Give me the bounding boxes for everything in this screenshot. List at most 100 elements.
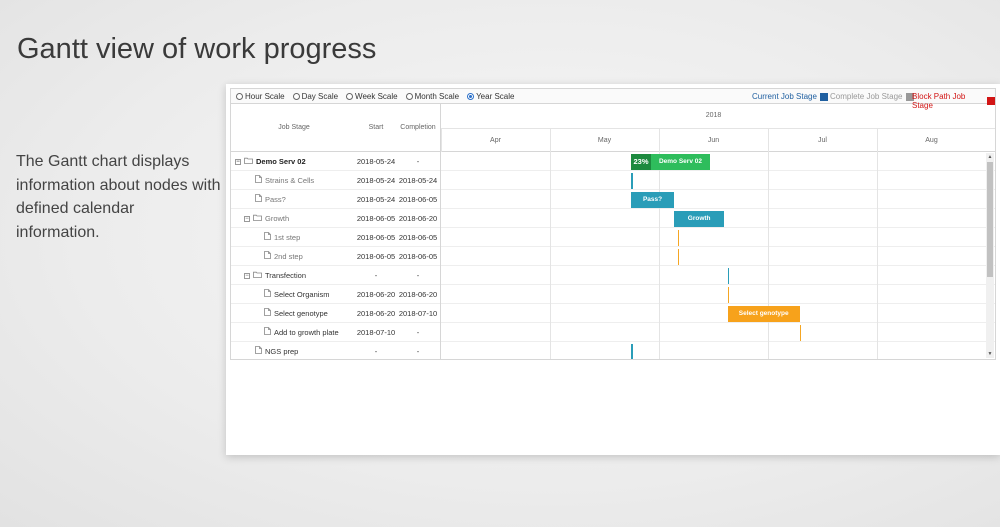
milestone-marker[interactable] <box>677 248 680 265</box>
radio-icon[interactable] <box>292 92 300 100</box>
radio-icon[interactable] <box>467 92 475 100</box>
milestone-marker[interactable] <box>727 267 730 284</box>
page-headline: Gantt view of work progress <box>17 33 377 65</box>
col-start[interactable]: Start <box>355 124 397 131</box>
gantt-row[interactable]: NGS prep - - <box>231 342 995 359</box>
legend-label: Current Job Stage <box>752 92 817 101</box>
job-stage-cell: NGS prep <box>255 342 355 359</box>
folder-icon <box>244 152 253 171</box>
milestone-marker[interactable] <box>799 324 802 341</box>
folder-icon <box>253 209 262 228</box>
completion-date-cell: - <box>416 328 420 337</box>
scale-option-label: Hour Scale <box>245 91 285 101</box>
radio-icon[interactable] <box>346 92 354 100</box>
gantt-row[interactable]: 2nd step 2018-06-05 2018-06-05 <box>231 247 995 266</box>
completion-date-cell: 2018-06-05 <box>398 195 438 204</box>
file-icon <box>255 190 262 209</box>
start-date-cell: 2018-05-24 <box>356 195 396 204</box>
legend-label: Complete Job Stage <box>830 92 903 101</box>
job-stage-cell: 2nd step <box>264 247 355 266</box>
timeline-month: Jul <box>818 137 827 144</box>
completion-date-cell: 2018-06-20 <box>398 290 438 299</box>
completion-date-cell: 2018-07-10 <box>398 309 438 318</box>
scale-option-day-scale[interactable]: Day Scale <box>292 91 339 101</box>
job-stage-name: NGS prep <box>265 347 299 356</box>
job-stage-cell: − Transfection <box>244 266 355 285</box>
file-icon <box>255 342 262 359</box>
completion-date-cell: - <box>416 157 420 166</box>
start-date-cell: 2018-06-20 <box>356 290 396 299</box>
milestone-marker[interactable] <box>631 172 633 189</box>
gantt-bar[interactable]: Growth <box>674 210 725 227</box>
description-text: The Gantt chart displays information abo… <box>16 153 221 241</box>
completion-date-cell: 2018-06-20 <box>398 214 438 223</box>
gantt-row[interactable]: Select genotype 2018-06-20 2018-07-10 <box>231 304 995 323</box>
milestone-marker[interactable] <box>677 229 680 246</box>
gantt-bar[interactable]: Pass? <box>631 191 675 208</box>
file-icon <box>264 304 271 323</box>
scale-option-label: Month Scale <box>414 91 460 101</box>
job-stage-name: Strains & Cells <box>265 176 315 185</box>
legend-item: Complete Job Stage <box>830 92 914 101</box>
job-stage-cell: − Growth <box>244 209 355 228</box>
gantt-row[interactable]: − Growth 2018-06-05 2018-06-20 <box>231 209 995 228</box>
progress-percent: 23% <box>631 153 652 170</box>
job-stage-name: Select Organism <box>274 290 330 299</box>
gantt-panel: Hour Scale Day Scale Week Scale Month Scale… <box>226 84 1000 455</box>
start-date-cell: 2018-06-05 <box>356 233 396 242</box>
scale-option-hour-scale[interactable]: Hour Scale <box>236 92 285 101</box>
gantt-bar-label: Select genotype <box>738 309 789 317</box>
gantt-row[interactable]: − Demo Serv 02 2018-05-24 - <box>231 152 995 171</box>
scale-option-week-scale[interactable]: Week Scale <box>346 92 398 101</box>
gantt-row[interactable]: Pass? 2018-05-24 2018-06-05 <box>231 190 995 209</box>
job-stage-name: Growth <box>265 214 290 223</box>
gantt-header: Job Stage Start Completion 2018 Apr May Ju… <box>231 104 995 152</box>
completion-date-cell: - <box>416 347 420 356</box>
job-stage-name: Demo Serv 02 <box>256 157 306 166</box>
start-date-cell: - <box>374 347 378 356</box>
start-date-cell: 2018-06-05 <box>356 214 396 223</box>
radio-icon[interactable] <box>236 92 243 100</box>
timeline-month: May <box>597 137 612 144</box>
file-icon <box>264 323 271 342</box>
scroll-thumb[interactable] <box>987 162 993 277</box>
scale-option-label: Year Scale <box>476 91 515 101</box>
gantt-bar-label: Pass? <box>642 195 663 203</box>
start-date-cell: 2018-05-24 <box>356 176 396 185</box>
vertical-scrollbar[interactable]: ▲ ▼ <box>986 153 994 358</box>
collapse-toggle-icon[interactable]: − <box>244 272 250 279</box>
milestone-marker[interactable] <box>727 286 730 303</box>
scroll-up-icon[interactable]: ▲ <box>987 154 993 160</box>
gantt-bar-label: Demo Serv 02 <box>658 157 702 165</box>
legend-item: Current Job Stage <box>752 92 828 101</box>
milestone-marker[interactable] <box>631 343 633 359</box>
completion-date-cell: 2018-05-24 <box>398 176 438 185</box>
job-stage-cell: Pass? <box>255 190 355 209</box>
folder-icon <box>253 266 262 285</box>
job-stage-name: Pass? <box>265 195 286 204</box>
scroll-down-icon[interactable]: ▼ <box>987 351 993 357</box>
gantt-bar[interactable]: Select genotype <box>727 305 800 322</box>
radio-icon[interactable] <box>405 92 413 100</box>
gantt-bar[interactable]: 23% Demo Serv 02 <box>631 153 710 170</box>
job-stage-cell: 1st step <box>264 228 355 247</box>
start-date-cell: - <box>374 271 378 280</box>
gantt-row[interactable]: Select Organism 2018-06-20 2018-06-20 <box>231 285 995 304</box>
gantt-bar-label: Growth <box>687 214 711 222</box>
timeline-month: Aug <box>925 137 938 144</box>
gantt-row[interactable]: Add to growth plate 2018-07-10 - <box>231 323 995 342</box>
start-date-cell: 2018-06-20 <box>356 309 396 318</box>
timeline-year: 2018 <box>705 112 722 119</box>
gantt-row[interactable]: 1st step 2018-06-05 2018-06-05 <box>231 228 995 247</box>
job-stage-name: Add to growth plate <box>274 328 339 337</box>
scale-option-label: Day Scale <box>301 91 339 101</box>
col-job-stage[interactable]: Job Stage <box>231 124 357 131</box>
gantt-row[interactable]: − Transfection - - <box>231 266 995 285</box>
collapse-toggle-icon[interactable]: − <box>244 215 250 222</box>
col-completion[interactable]: Completion <box>397 124 439 131</box>
scale-option-year-scale[interactable]: Year Scale <box>467 92 514 101</box>
scale-toolbar: Hour Scale Day Scale Week Scale Month Scale… <box>230 88 996 110</box>
collapse-toggle-icon[interactable]: − <box>235 158 241 165</box>
gantt-row[interactable]: Strains & Cells 2018-05-24 2018-05-24 <box>231 171 995 190</box>
scale-option-month-scale[interactable]: Month Scale <box>405 91 460 101</box>
